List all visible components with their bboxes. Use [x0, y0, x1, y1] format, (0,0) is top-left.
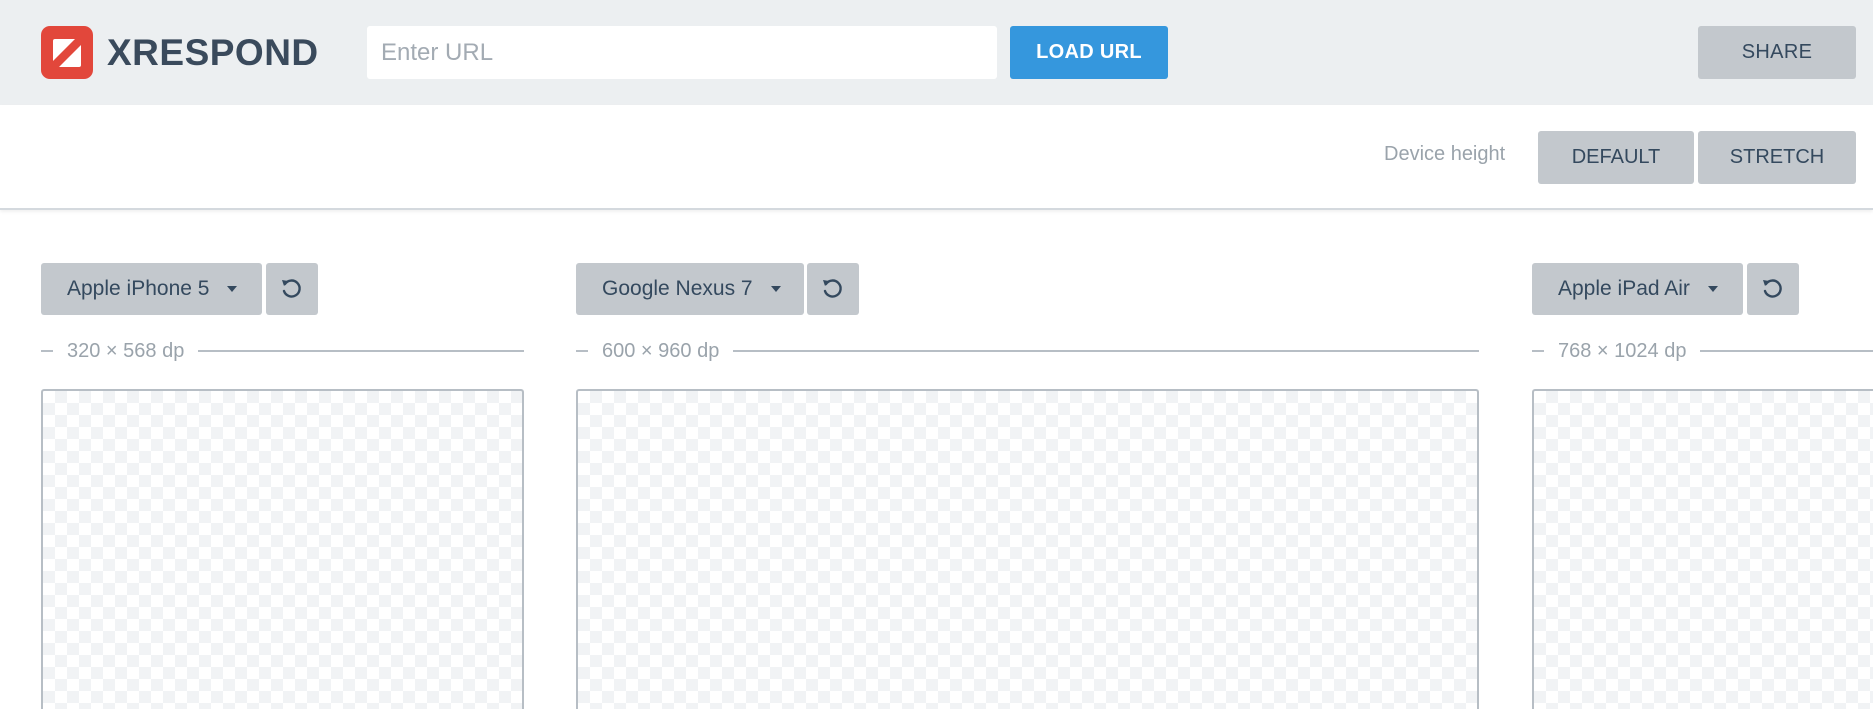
device-select[interactable]: Apple iPhone 5: [41, 263, 262, 315]
device-dims-label: 768 × 1024 dp: [1558, 339, 1687, 362]
device-dims-label: 320 × 568 dp: [67, 339, 185, 362]
url-input[interactable]: [367, 26, 997, 79]
device-dims-label: 600 × 960 dp: [602, 339, 720, 362]
default-height-button[interactable]: DEFAULT: [1538, 131, 1694, 184]
device-height-label: Device height: [1384, 143, 1506, 165]
chevron-down-icon: [770, 286, 781, 292]
rotate-button[interactable]: [807, 263, 859, 315]
divider: [576, 350, 588, 352]
rotate-icon: [282, 279, 301, 298]
share-button[interactable]: SHARE: [1698, 26, 1856, 79]
xrespond-logo-icon: [41, 26, 93, 79]
brand-logo[interactable]: XRESPOND: [41, 26, 319, 79]
stretch-height-button[interactable]: STRETCH: [1698, 131, 1856, 184]
divider: [41, 350, 53, 352]
chevron-down-icon: [227, 286, 238, 292]
device-select[interactable]: Google Nexus 7: [576, 263, 804, 315]
rotate-icon: [1763, 279, 1782, 298]
divider: [733, 350, 1479, 352]
brand-name: XRESPOND: [107, 31, 319, 73]
chevron-down-icon: [1707, 286, 1718, 292]
device-name: Apple iPad Air: [1558, 277, 1690, 300]
rotate-icon: [823, 279, 842, 298]
device-viewport[interactable]: [1532, 389, 1873, 709]
device-height-bar: Device height DEFAULT STRETCH: [0, 105, 1873, 210]
device-name: Google Nexus 7: [602, 277, 753, 300]
device-dimensions: 600 × 960 dp: [576, 339, 1479, 363]
divider: [1532, 350, 1544, 352]
device-dimensions: 768 × 1024 dp: [1532, 339, 1873, 363]
divider: [198, 350, 524, 352]
device-viewport[interactable]: [41, 389, 524, 709]
device-viewport[interactable]: [576, 389, 1479, 709]
device-name: Apple iPhone 5: [67, 277, 210, 300]
load-url-button[interactable]: LOAD URL: [1010, 26, 1168, 79]
rotate-button[interactable]: [1747, 263, 1799, 315]
rotate-button[interactable]: [266, 263, 318, 315]
divider: [1700, 350, 1873, 352]
top-bar: XRESPOND LOAD URL SHARE: [0, 0, 1873, 105]
device-select[interactable]: Apple iPad Air: [1532, 263, 1743, 315]
device-dimensions: 320 × 568 dp: [41, 339, 524, 363]
